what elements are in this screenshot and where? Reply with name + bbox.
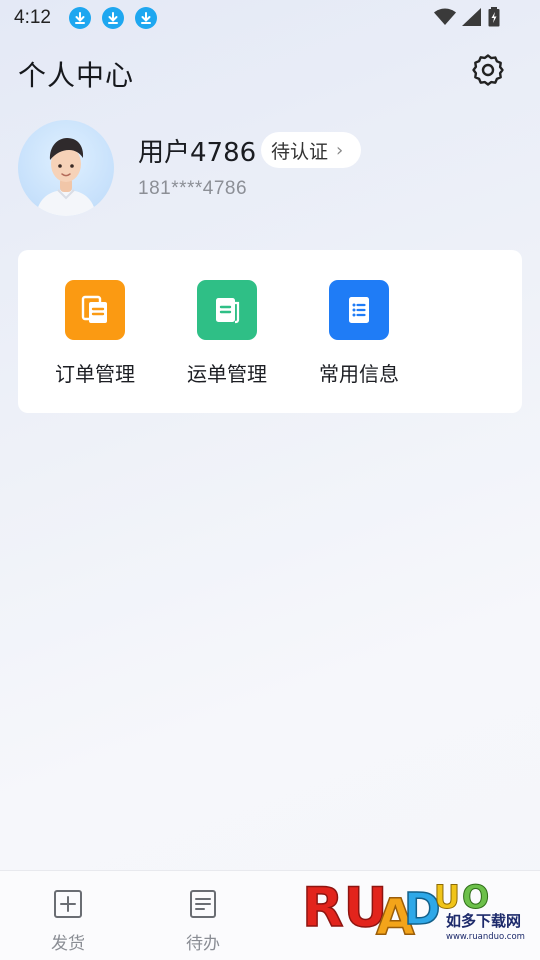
menu-card: 订单管理 运单管理 常用信息 xyxy=(18,250,522,413)
username: 用户4786 xyxy=(138,138,257,168)
watermark-logo: RU A D U O 如多下载网 www.ruanduo.com xyxy=(300,868,525,948)
status-time: 4:12 xyxy=(14,7,51,28)
waybill-icon xyxy=(197,280,257,340)
battery-icon xyxy=(488,7,500,31)
list-info-icon xyxy=(329,280,389,340)
svg-text:www.ruanduo.com: www.ruanduo.com xyxy=(446,932,525,942)
download-icon xyxy=(68,7,91,29)
todo-list-icon xyxy=(188,890,218,923)
status-bar: 4:12 xyxy=(0,0,540,36)
svg-text:如多下载网: 如多下载网 xyxy=(446,912,521,930)
tab-label: 发货 xyxy=(51,934,85,954)
order-document-icon xyxy=(65,280,125,340)
svg-text:O: O xyxy=(462,878,489,916)
menu-item-label: 订单管理 xyxy=(55,362,135,386)
phone-number: 181****4786 xyxy=(138,178,248,199)
avatar[interactable] xyxy=(18,120,114,216)
tab-ship[interactable]: 发货 xyxy=(28,889,108,954)
page-title: 个人中心 xyxy=(18,59,135,92)
plus-square-icon xyxy=(53,890,83,923)
tab-todo[interactable]: 待办 xyxy=(163,889,243,954)
svg-text:U: U xyxy=(434,878,460,916)
verify-status-button[interactable]: 待认证 › xyxy=(261,132,362,168)
menu-item-waybill-management[interactable]: 运单管理 xyxy=(162,280,292,387)
wifi-icon xyxy=(434,8,456,30)
header: 个人中心 xyxy=(0,36,540,108)
download-icon xyxy=(101,7,124,29)
chevron-right-icon: › xyxy=(336,139,344,161)
gear-icon[interactable] xyxy=(470,52,506,88)
menu-item-label: 常用信息 xyxy=(319,362,399,386)
download-icon xyxy=(134,7,157,29)
profile-section: 用户4786 待认证 › 181****4786 xyxy=(18,118,522,218)
signal-icon xyxy=(462,8,482,30)
menu-item-common-info[interactable]: 常用信息 xyxy=(294,280,424,387)
verify-status-label: 待认证 xyxy=(271,140,329,163)
tab-label: 待办 xyxy=(186,934,220,954)
svg-text:RU: RU xyxy=(302,876,387,939)
menu-item-label: 运单管理 xyxy=(187,362,267,386)
menu-item-order-management[interactable]: 订单管理 xyxy=(30,280,160,387)
